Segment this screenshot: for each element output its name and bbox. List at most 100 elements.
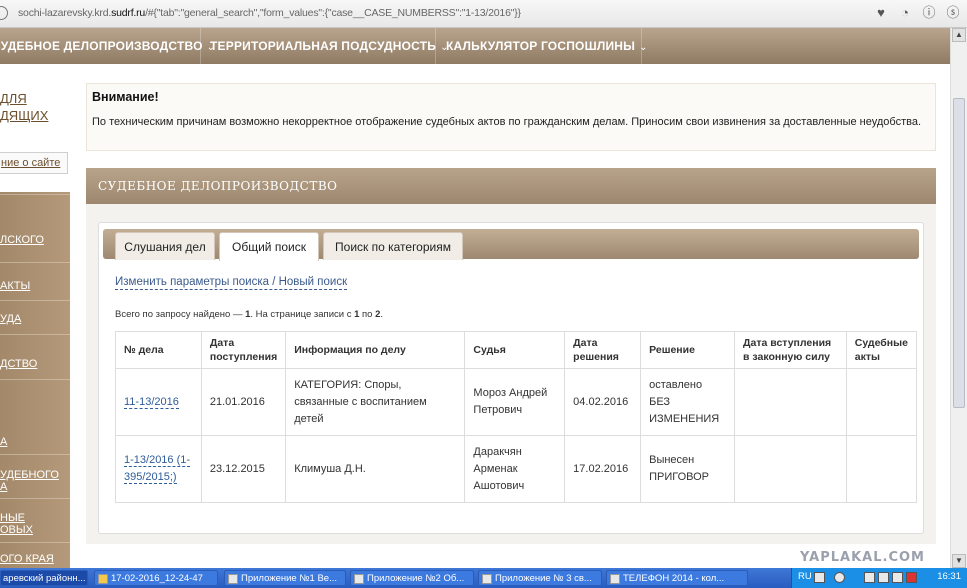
network-icon[interactable] — [834, 572, 845, 583]
effective-date-cell — [734, 435, 847, 503]
sidebar-item[interactable]: ОВЫХ — [0, 524, 70, 536]
column-header: № дела — [115, 331, 202, 369]
taskbar-item[interactable]: аревский районн... — [0, 570, 88, 586]
divider — [0, 300, 70, 301]
divider — [0, 498, 70, 499]
decision-cell: оставлено БЕЗ ИЗМЕНЕНИЯ — [640, 368, 736, 436]
divider — [0, 262, 70, 263]
taskbar-item[interactable]: Приложение №1 Ве... — [224, 570, 346, 586]
search-panel: Слушания дел Общий поиск Поиск по катего… — [98, 222, 924, 534]
column-header: Дата решения — [564, 331, 642, 369]
taskbar-item-label: Приложение № 3 св... — [495, 573, 592, 584]
results-count: Всего по запросу найдено — 1. На страниц… — [115, 309, 383, 320]
column-header: Судебные акты — [845, 331, 918, 369]
info-icon[interactable]: ⓘ — [919, 3, 939, 23]
top-navigation: СУДЕБНОЕ ДЕЛОПРОИЗВОДСТВО ⌄ ТЕРРИТОРИАЛЬН… — [0, 28, 950, 64]
account-icon[interactable]: ⓢ — [943, 3, 963, 23]
divider — [0, 542, 70, 543]
sidebar-item[interactable]: НЫЕ — [0, 512, 70, 524]
taskbar-item[interactable]: ТЕЛЕФОН 2014 - кол... — [606, 570, 748, 586]
extension-icon[interactable]: ◔ — [895, 3, 915, 23]
change-search-link[interactable]: Изменить параметры поиска / Новый поиск — [115, 275, 348, 290]
tray-app-icon[interactable] — [906, 572, 917, 583]
site-info-icon[interactable] — [0, 6, 8, 20]
nav-jurisdiction[interactable]: ТЕРРИТОРИАЛЬНАЯ ПОДСУДНОСТЬ ⌄ — [200, 28, 448, 64]
tab-hearings[interactable]: Слушания дел — [115, 232, 215, 260]
case-link[interactable]: 11-13/2016 — [124, 395, 179, 409]
tab-category-search[interactable]: Поиск по категориям — [323, 232, 463, 260]
clock: 16:31 — [937, 571, 961, 582]
help-icon[interactable] — [814, 572, 825, 583]
nav-label: СУДЕБНОЕ ДЕЛОПРОИЗВОДСТВО — [0, 39, 203, 53]
column-header: Судья — [464, 331, 566, 369]
url-field[interactable]: sochi-lazarevsky.krd.sudrf.ru/#{"tab":"g… — [18, 7, 521, 19]
received-cell: 21.01.2016 — [200, 368, 287, 436]
notice-title: Внимание! — [92, 90, 159, 104]
sidebar-item[interactable]: ОГО КРАЯ — [0, 553, 70, 565]
column-header: Дата вступления в законную силу — [734, 331, 847, 369]
case-cell: 11-13/2016 — [115, 368, 202, 436]
sidebar-item[interactable]: ЛСКОГО — [0, 234, 70, 246]
bookmark-heart-icon[interactable]: ♥ — [871, 3, 891, 23]
system-tray: RU 16:31 — [791, 568, 967, 588]
folder-icon — [98, 574, 108, 584]
sidebar-item[interactable]: УДЕБНОГО — [0, 469, 70, 481]
received-cell: 23.12.2015 — [200, 435, 287, 503]
url-prefix: sochi-lazarevsky.krd. — [18, 7, 112, 19]
url-domain: sudrf.ru — [111, 7, 146, 19]
divider — [0, 334, 70, 335]
vertical-scrollbar[interactable]: ▲ ▼ — [950, 28, 967, 568]
tab-general-search[interactable]: Общий поиск — [219, 232, 319, 261]
table-row: 11-13/2016 21.01.2016 КАТЕГОРИЯ: Споры, … — [115, 368, 918, 436]
url-path: /#{"tab":"general_search","form_values":… — [145, 7, 521, 19]
sidebar-top-link-line2: ДЯЩИХ — [0, 108, 49, 123]
column-header: Дата поступления — [200, 331, 287, 369]
document-icon — [482, 574, 492, 584]
column-header: Решение — [640, 331, 736, 369]
scroll-down-icon[interactable]: ▼ — [952, 554, 966, 568]
case-link[interactable]: 1-13/2016 (1-395/2015;) — [124, 454, 191, 484]
judge-cell: Мороз Андрей Петрович — [464, 368, 566, 436]
scroll-up-icon[interactable]: ▲ — [952, 28, 966, 42]
chevron-down-icon: ⌄ — [639, 42, 648, 53]
browser-address-bar[interactable]: sochi-lazarevsky.krd.sudrf.ru/#{"tab":"g… — [0, 0, 967, 28]
decision-date-cell: 04.02.2016 — [564, 368, 642, 436]
taskbar-item[interactable]: 17-02-2016_12-24-47 — [94, 570, 218, 586]
nav-fee-calculator[interactable]: КАЛЬКУЛЯТОР ГОСПОШЛИНЫ ⌄ — [436, 28, 647, 64]
tray-app-icon[interactable] — [892, 572, 903, 583]
results-table: № дела Дата поступления Информация по де… — [115, 331, 918, 503]
info-cell: Климуша Д.Н. — [285, 435, 466, 503]
notice-box: Внимание! По техническим причинам возмож… — [86, 83, 936, 151]
tray-app-icon[interactable] — [878, 572, 889, 583]
taskbar-item[interactable]: Приложение № 3 св... — [478, 570, 602, 586]
left-sidebar: ДЛЯ ДЯЩИХ ние о сайте ЛСКОГО АКТЫ УДА ДС… — [0, 64, 70, 568]
found-mid: . На странице записи с — [250, 309, 355, 320]
table-row: 1-13/2016 (1-395/2015;) 23.12.2015 Климу… — [115, 435, 918, 503]
language-indicator[interactable]: RU — [798, 571, 812, 582]
effective-date-cell — [734, 368, 847, 436]
sidebar-item[interactable]: А — [0, 436, 70, 448]
scroll-thumb[interactable] — [953, 98, 965, 408]
found-end: . — [380, 309, 384, 320]
taskbar-item[interactable]: Приложение №2 Об... — [350, 570, 474, 586]
windows-taskbar: аревский районн... 17-02-2016_12-24-47 П… — [0, 568, 967, 588]
acts-cell — [845, 368, 918, 436]
about-site-link[interactable]: ние о сайте — [0, 152, 68, 174]
sidebar-menu: ЛСКОГО АКТЫ УДА ДСТВО А УДЕБНОГО А НЫЕ О… — [0, 192, 70, 568]
case-cell: 1-13/2016 (1-395/2015;) — [115, 435, 202, 503]
sidebar-item[interactable]: УДА — [0, 313, 70, 325]
sidebar-item[interactable]: А — [0, 481, 70, 493]
tray-app-icon[interactable] — [864, 572, 875, 583]
sidebar-item[interactable]: ДСТВО — [0, 358, 70, 370]
sidebar-top-link[interactable]: ДЛЯ ДЯЩИХ — [0, 90, 48, 124]
tab-bar: Слушания дел Общий поиск Поиск по катего… — [103, 229, 919, 261]
divider — [0, 454, 70, 455]
acts-cell — [845, 435, 918, 503]
nav-court-records[interactable]: СУДЕБНОЕ ДЕЛОПРОИЗВОДСТВО ⌄ — [0, 28, 215, 64]
column-header: Информация по делу — [285, 331, 466, 369]
watermark-logo: YAPLAKAL.COM — [800, 550, 925, 565]
taskbar-item-label: Приложение №2 Об... — [367, 573, 465, 584]
section-title: СУДЕБНОЕ ДЕЛОПРОИЗВОДСТВО — [86, 168, 936, 204]
found-to-label: по — [359, 309, 376, 320]
sidebar-item[interactable]: АКТЫ — [0, 280, 70, 292]
